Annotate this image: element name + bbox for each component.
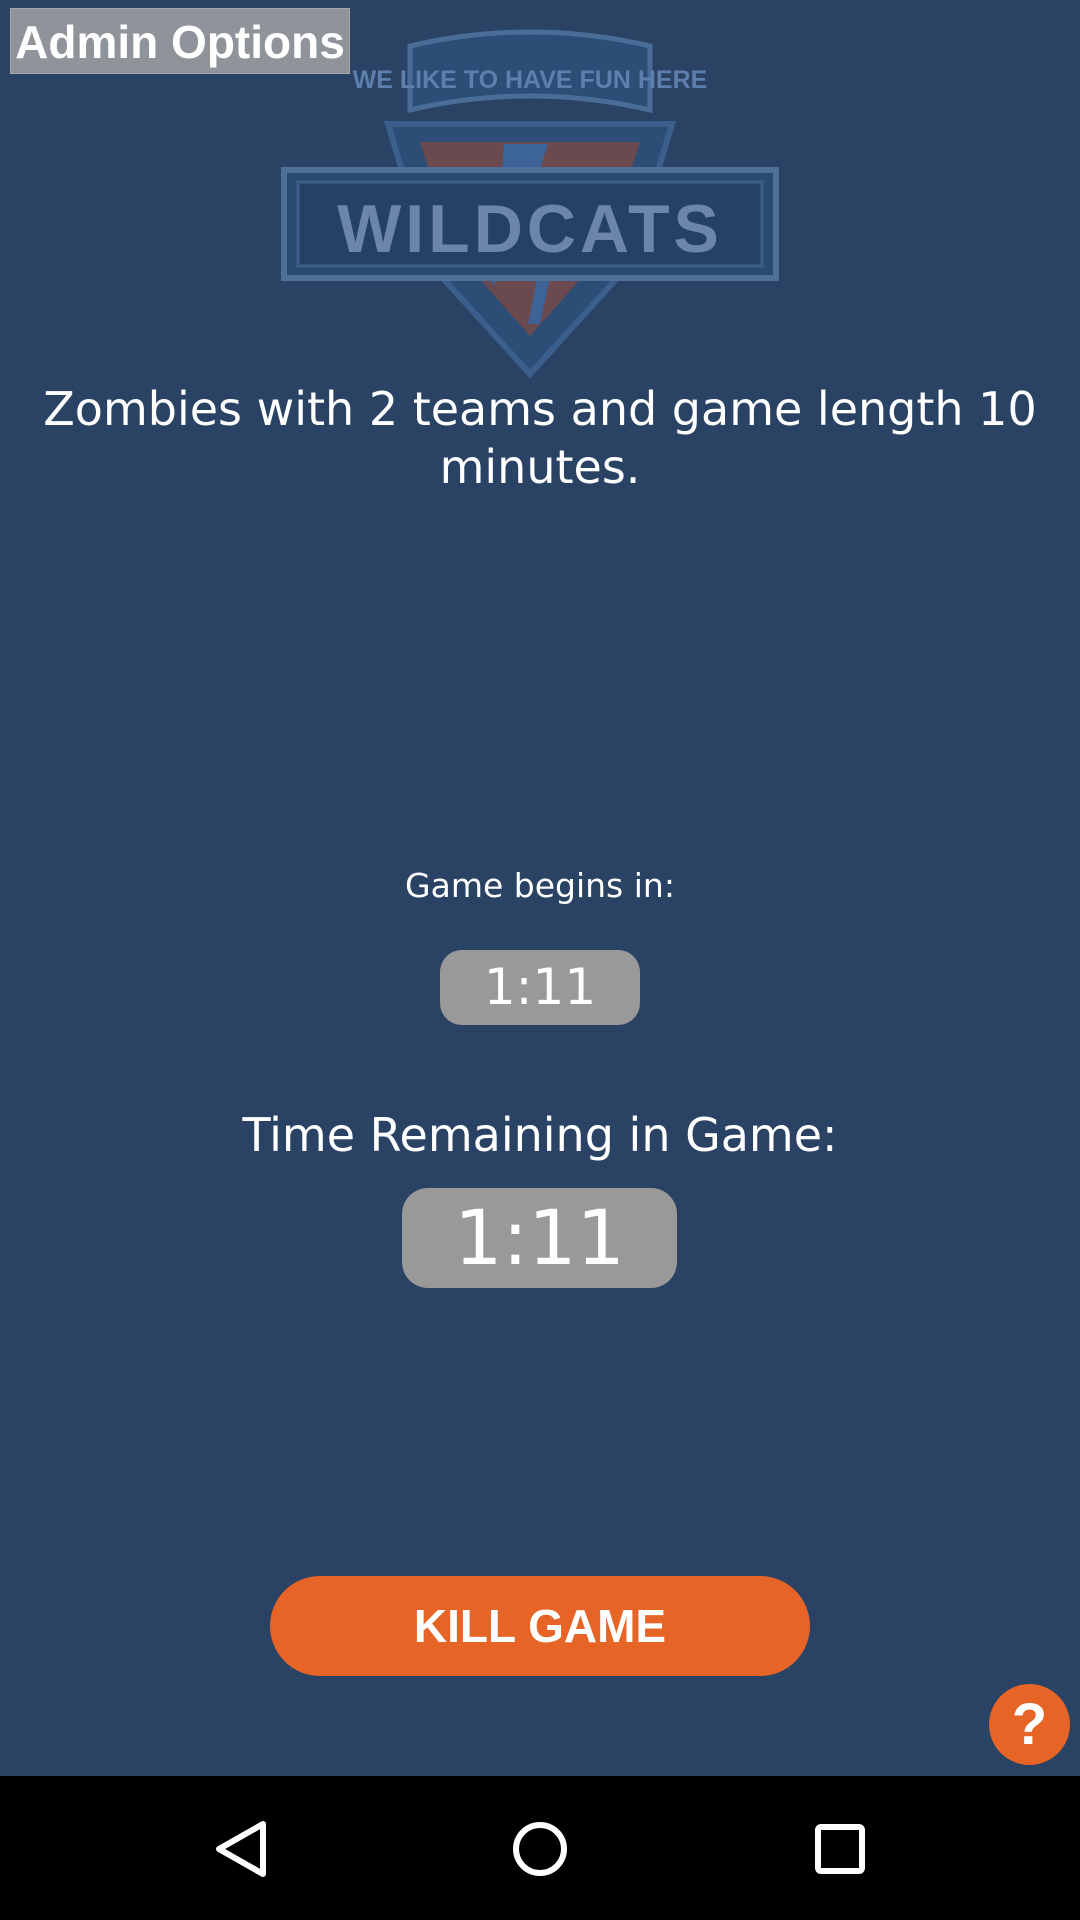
- logo-wordmark: WILDCATS: [337, 191, 723, 267]
- home-icon[interactable]: [505, 1814, 575, 1884]
- time-remaining-label: Time Remaining in Game:: [242, 1108, 838, 1162]
- recents-icon[interactable]: [805, 1814, 875, 1884]
- logo-banner-text: WE LIKE TO HAVE FUN HERE: [353, 66, 708, 94]
- help-button[interactable]: ?: [989, 1684, 1070, 1765]
- game-summary-text: Zombies with 2 teams and game length 10 …: [43, 382, 1037, 494]
- game-begins-timer: 1:11: [440, 950, 640, 1025]
- time-remaining-timer: 1:11: [402, 1188, 677, 1288]
- game-begins-label: Game begins in:: [405, 866, 675, 905]
- kill-game-button[interactable]: KILL GAME: [270, 1576, 810, 1676]
- system-nav-bar: [0, 1776, 1080, 1920]
- back-icon[interactable]: [205, 1814, 275, 1884]
- wildcats-logo: WE LIKE TO HAVE FUN HERE WILDCATS: [281, 29, 779, 379]
